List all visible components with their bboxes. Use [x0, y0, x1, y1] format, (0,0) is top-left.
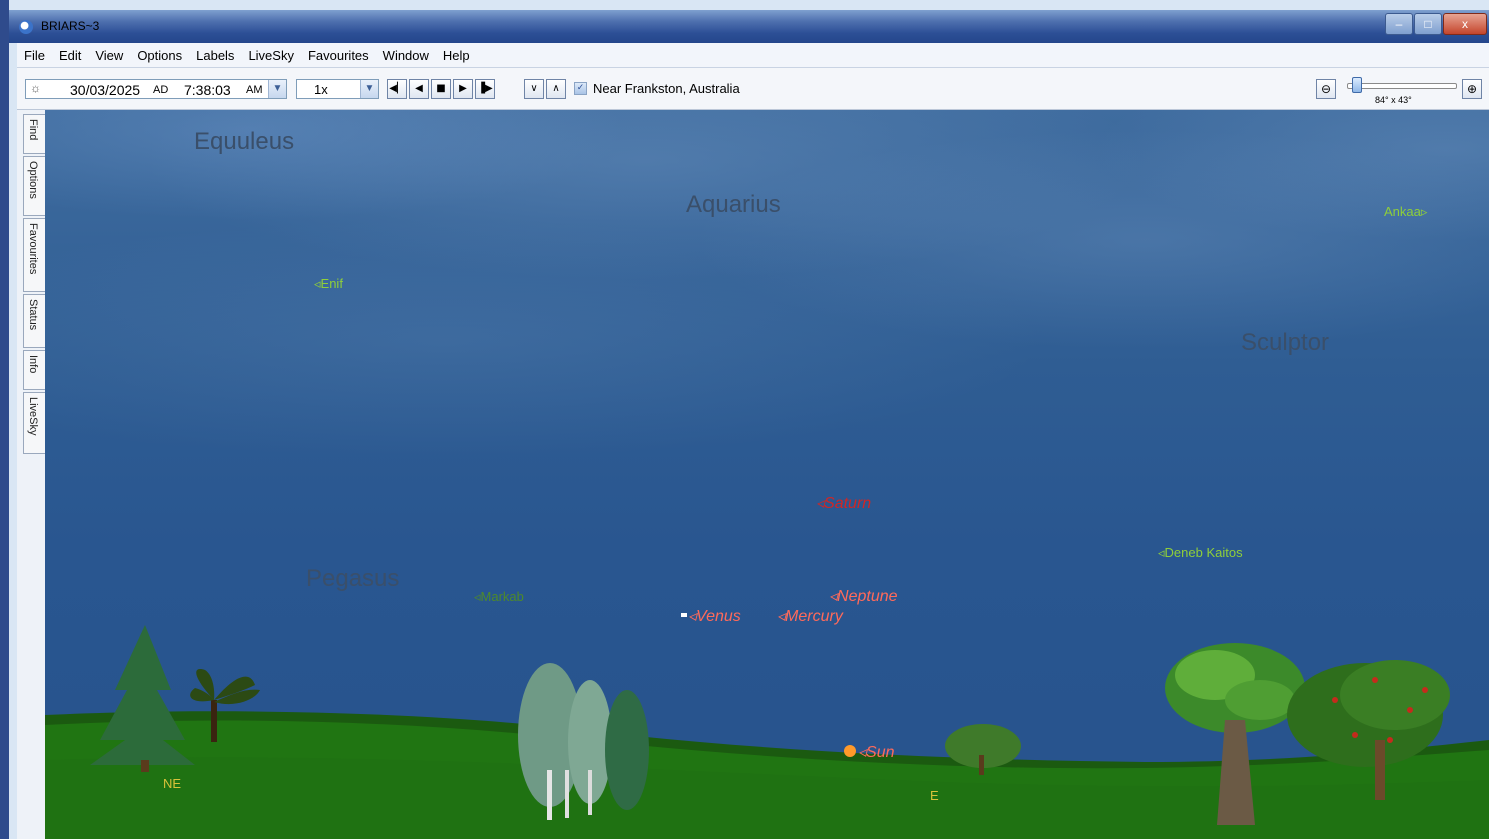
stop-button[interactable]: ■	[431, 79, 451, 99]
time-value[interactable]: 7:38:03	[184, 82, 231, 98]
step-back-button[interactable]: ◀▏	[387, 79, 407, 99]
app-logo-icon	[19, 20, 33, 34]
maximize-button[interactable]: □	[1414, 13, 1442, 35]
menu-help[interactable]: Help	[436, 48, 477, 63]
zoom-slider-thumb[interactable]	[1352, 77, 1363, 93]
tab-livesky-label: LiveSky	[27, 397, 39, 436]
sun-marker	[844, 745, 856, 757]
chevron-down-icon[interactable]: ▼	[360, 80, 378, 98]
menu-view[interactable]: View	[88, 48, 130, 63]
field-of-view-readout: 84° x 43°	[1375, 95, 1412, 105]
venus-marker	[681, 613, 687, 617]
zoom-in-button[interactable]: ⊕	[1462, 79, 1482, 99]
side-tab-strip: Find Options Favourites Status Info Live…	[17, 110, 46, 839]
tab-status-label: Status	[27, 299, 39, 331]
window-controls: – □ x	[1384, 13, 1487, 35]
tab-options-label: Options	[27, 161, 39, 199]
birch-tree-icon	[518, 663, 649, 820]
meridiem-value: AM	[246, 84, 263, 96]
date-value[interactable]: 30/03/2025	[70, 82, 140, 98]
menu-labels[interactable]: Labels	[189, 48, 241, 63]
tab-info[interactable]: Info	[23, 350, 45, 390]
location-checkbox[interactable]: ✓	[574, 82, 587, 95]
menu-options[interactable]: Options	[130, 48, 189, 63]
location-label[interactable]: Near Frankston, Australia	[593, 81, 740, 96]
tab-livesky[interactable]: LiveSky	[23, 392, 45, 454]
close-button[interactable]: x	[1443, 13, 1487, 35]
tab-find[interactable]: Find	[23, 114, 45, 154]
constellation-label[interactable]: Pegasus	[306, 565, 399, 593]
step-forward-button[interactable]: ▐▶	[475, 79, 495, 99]
tab-info-label: Info	[27, 355, 39, 374]
chevron-down-icon[interactable]: ▼	[268, 80, 286, 98]
planet-label[interactable]: ◃Saturn	[816, 493, 871, 513]
menu-window[interactable]: Window	[376, 48, 436, 63]
compass-label: NE	[163, 776, 182, 791]
menu-bar: File Edit View Options Labels LiveSky Fa…	[17, 43, 1489, 68]
zoom-out-button[interactable]: ⊖	[1316, 79, 1336, 99]
play-backward-button[interactable]: ◀	[409, 79, 429, 99]
sun-icon: ☼	[30, 81, 41, 95]
speed-value: 1x	[314, 82, 328, 97]
look-up-button[interactable]: ∧	[546, 79, 566, 99]
compass-label: E	[930, 788, 939, 803]
constellation-label[interactable]: Sculptor	[1241, 329, 1329, 357]
screen-edge	[0, 0, 9, 839]
menu-edit[interactable]: Edit	[52, 48, 88, 63]
menu-favourites[interactable]: Favourites	[301, 48, 376, 63]
look-down-button[interactable]: ∨	[524, 79, 544, 99]
zoom-slider[interactable]	[1347, 83, 1457, 89]
star-label[interactable]: ◃Enif	[314, 276, 343, 292]
planet-label[interactable]: ◃Venus	[688, 606, 741, 626]
star-label[interactable]: ◃Markab	[474, 589, 524, 605]
tab-status[interactable]: Status	[23, 294, 45, 348]
sky-view[interactable]: Equuleus Aquarius Sculptor Pegasus ◃Enif…	[45, 110, 1489, 839]
planet-label[interactable]: ◃Sun	[858, 742, 895, 762]
menu-livesky[interactable]: LiveSky	[241, 48, 301, 63]
play-forward-button[interactable]: ▶	[453, 79, 473, 99]
speed-select[interactable]: 1x ▼	[296, 79, 379, 99]
constellation-label[interactable]: Equuleus	[194, 128, 294, 156]
tab-find-label: Find	[27, 119, 39, 141]
title-bar[interactable]: BRIARS~3 – □ x	[9, 10, 1489, 43]
minimize-button[interactable]: –	[1385, 13, 1413, 35]
toolbar: ☼ 30/03/2025 AD 7:38:03 AM ▼ 1x ▼ ◀▏ ◀ ■…	[17, 68, 1489, 110]
landscape	[45, 613, 1489, 839]
date-time-field[interactable]: ☼ 30/03/2025 AD 7:38:03 AM ▼	[25, 79, 287, 99]
planet-label[interactable]: ◃Mercury	[777, 606, 843, 626]
era-value: AD	[153, 84, 169, 96]
star-label[interactable]: ◃Deneb Kaitos	[1158, 545, 1243, 561]
tab-options[interactable]: Options	[23, 156, 45, 216]
star-label[interactable]: Ankaa▹	[1384, 204, 1427, 220]
app-window: BRIARS~3 – □ x File Edit View Options La…	[0, 0, 1489, 839]
tab-favourites[interactable]: Favourites	[23, 218, 45, 292]
planet-label[interactable]: ◃Neptune	[829, 586, 898, 606]
tab-favourites-label: Favourites	[27, 223, 39, 275]
constellation-label[interactable]: Aquarius	[686, 191, 781, 219]
menu-file[interactable]: File	[17, 48, 52, 63]
window-title: BRIARS~3	[41, 19, 100, 33]
